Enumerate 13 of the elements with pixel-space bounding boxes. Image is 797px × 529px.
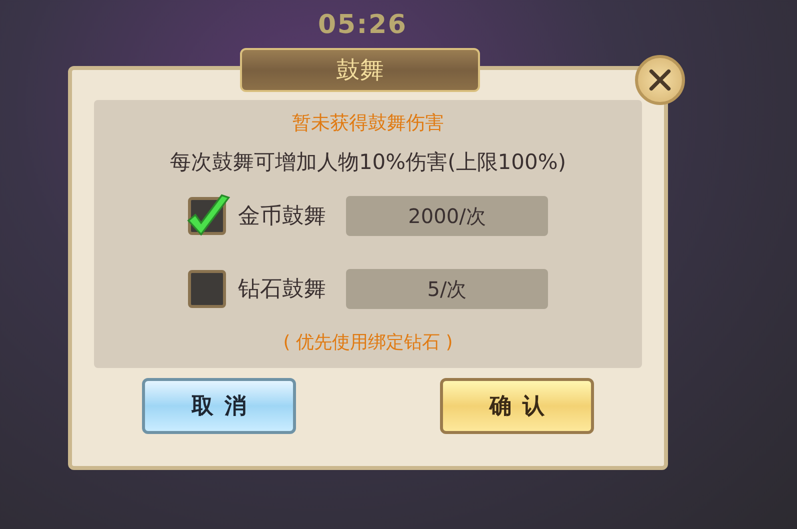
option-label: 钻石鼓舞 [238, 276, 327, 304]
status-text: 暂未获得鼓舞伤害 [292, 111, 444, 136]
cost-field: 2000/次 [346, 196, 548, 236]
checkbox[interactable] [188, 270, 226, 308]
dialog-title: 鼓舞 [336, 55, 384, 86]
close-icon [647, 67, 673, 93]
cost-field: 5/次 [346, 269, 548, 309]
option-label: 金币鼓舞 [238, 202, 327, 230]
note-text: ( 优先使用绑定钻石 ) [283, 331, 453, 355]
cancel-button[interactable]: 取消 [142, 378, 296, 434]
description-text: 每次鼓舞可增加人物10%伤害(上限100%) [170, 149, 566, 176]
countdown-timer: 05:26 [318, 12, 408, 38]
confirm-button[interactable]: 确认 [440, 378, 594, 434]
